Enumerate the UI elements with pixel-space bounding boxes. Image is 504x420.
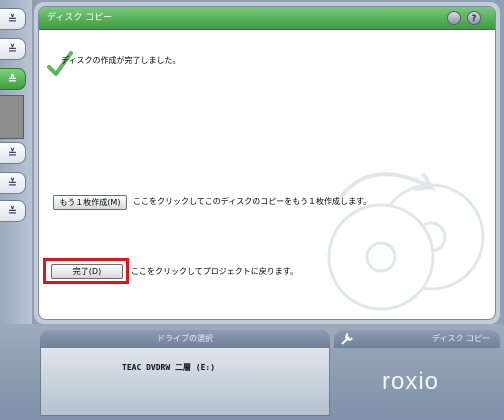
roxio-logo: roxio — [382, 368, 440, 395]
disc-watermark-icon — [327, 172, 485, 311]
panel-title: ディスク コピー — [47, 13, 113, 23]
wrench-icon — [341, 333, 353, 345]
disc-copy-tab-label[interactable]: ディスク コピー — [334, 330, 500, 348]
disc-icon[interactable] — [447, 11, 461, 25]
left-task-panel: ≚ ≚ ≙ ≚ ≚ ≚ — [0, 0, 32, 324]
panel-titlebar: ディスク コピー ? — [39, 7, 495, 30]
drive-name[interactable]: TEAC DVDRW 二層 (E:) — [122, 362, 215, 373]
expand-section-2-button[interactable]: ≚ — [0, 38, 26, 60]
expand-section-5-button[interactable]: ≚ — [0, 172, 26, 194]
another-copy-description: ここをクリックしてこのディスクのコピーをもう１枚作成します。 — [133, 197, 372, 206]
finish-description: ここをクリックしてプロジェクトに戻ります。 — [131, 267, 298, 276]
make-another-copy-button[interactable]: もう１枚作成(M) — [53, 195, 127, 210]
expand-section-6-button[interactable]: ≚ — [0, 200, 26, 222]
expand-section-1-button[interactable]: ≚ — [0, 8, 26, 30]
finish-button-highlight — [43, 258, 129, 284]
collapse-section-3-button[interactable]: ≙ — [0, 68, 26, 90]
help-icon[interactable]: ? — [467, 11, 481, 25]
status-message: ディスクの作成が完了しました。 — [61, 56, 181, 65]
section-3-content — [0, 95, 24, 139]
expand-section-4-button[interactable]: ≚ — [0, 142, 26, 164]
drive-select-tab-label[interactable]: ドライブの選択 — [40, 330, 330, 348]
